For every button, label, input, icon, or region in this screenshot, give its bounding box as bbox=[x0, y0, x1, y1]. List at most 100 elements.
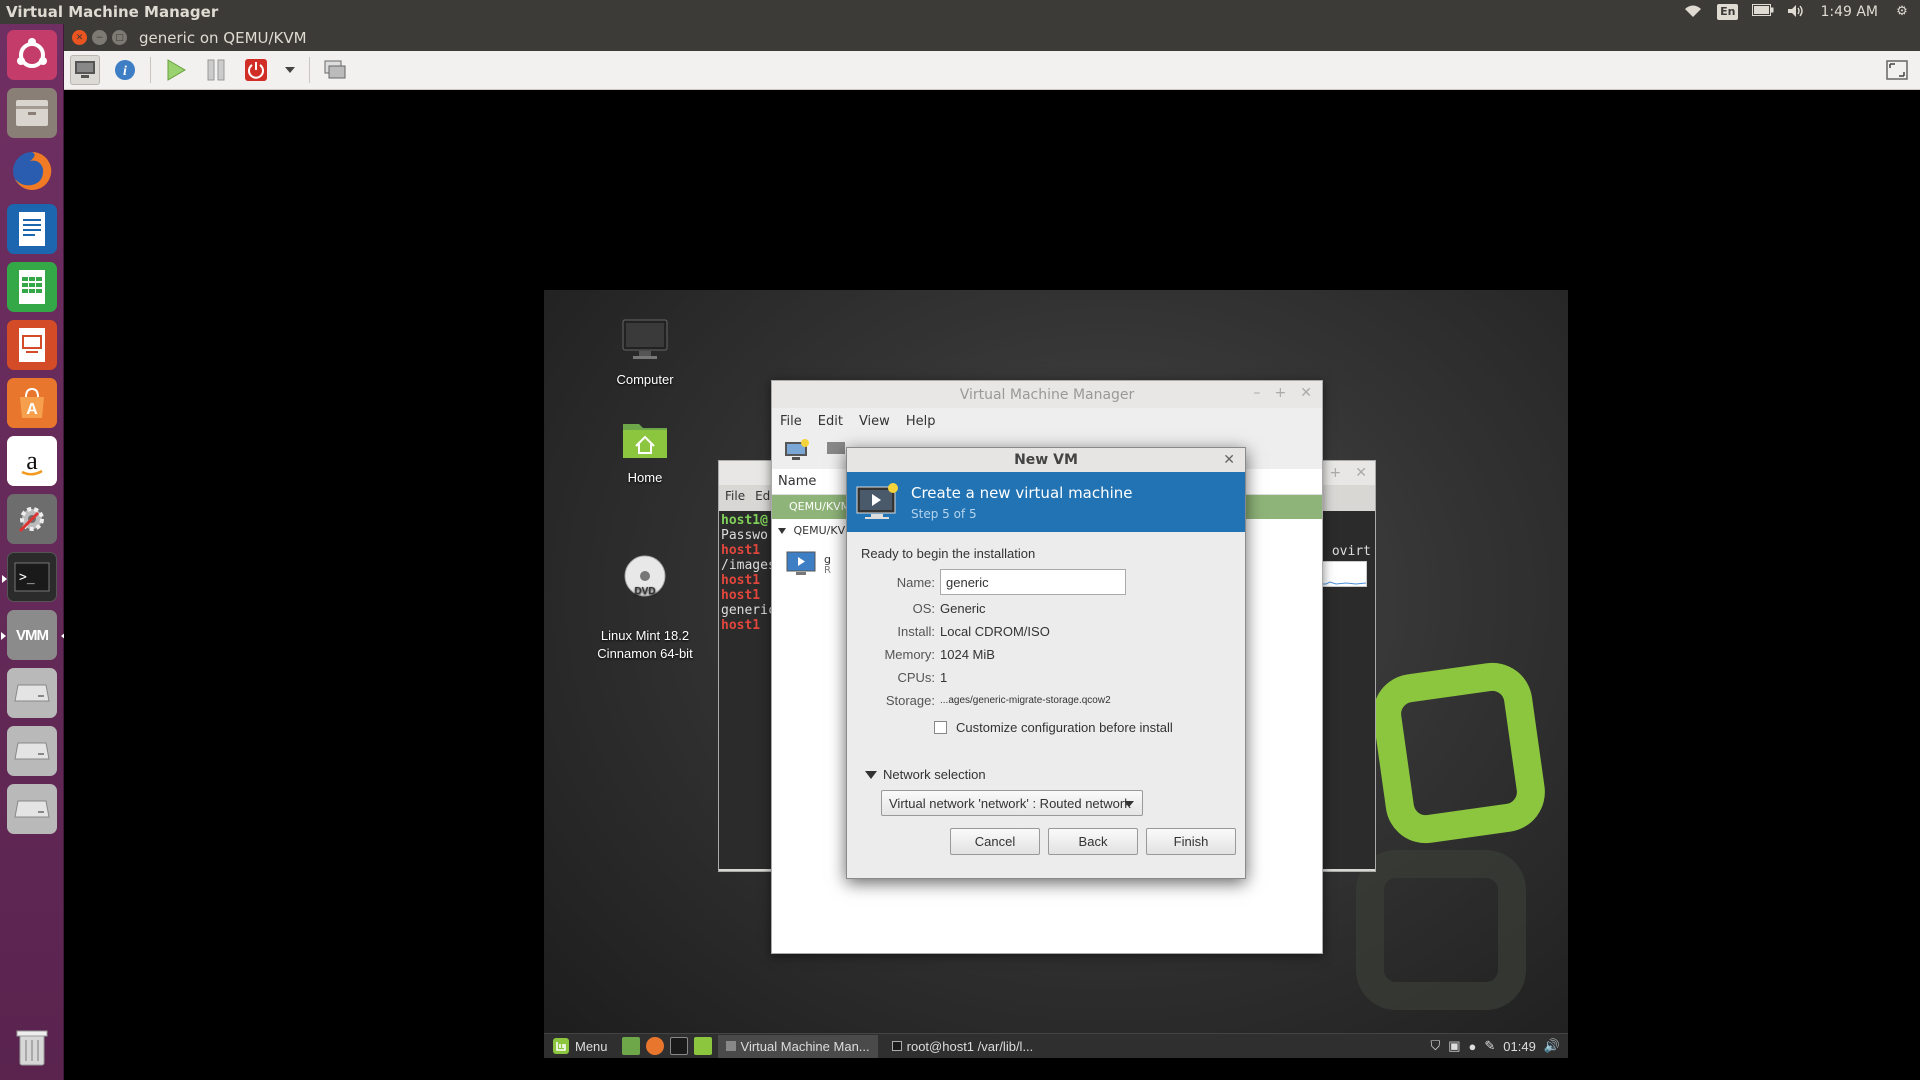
viewer-toolbar: i bbox=[64, 51, 1920, 90]
customize-label[interactable]: Customize configuration before install bbox=[956, 720, 1173, 735]
guest-clock[interactable]: 01:49 bbox=[1503, 1039, 1536, 1054]
virt-manager-icon[interactable]: VMM bbox=[1, 610, 66, 660]
desktop-icon-computer[interactable]: Computer bbox=[590, 318, 700, 389]
new-vm-icon[interactable] bbox=[784, 438, 810, 466]
terminal-icon[interactable] bbox=[669, 1037, 688, 1055]
drive-icon[interactable] bbox=[7, 726, 57, 776]
menu-file[interactable]: File bbox=[780, 414, 802, 429]
taskbar-item-vmm[interactable]: Virtual Machine Man... bbox=[717, 1034, 878, 1058]
drive-icon[interactable] bbox=[7, 668, 57, 718]
toolbar-separator bbox=[150, 57, 151, 83]
battery-icon[interactable] bbox=[1752, 4, 1774, 20]
clock[interactable]: 1:49 AM bbox=[1820, 4, 1878, 20]
maximize-icon[interactable]: □ bbox=[112, 30, 127, 45]
menu-view[interactable]: View bbox=[859, 414, 890, 429]
drive-icon[interactable] bbox=[7, 784, 57, 834]
keyboard-layout-indicator[interactable]: En bbox=[1717, 4, 1739, 20]
minimize-icon[interactable]: − bbox=[92, 30, 107, 45]
install-label: Install: bbox=[897, 624, 935, 639]
files-icon[interactable] bbox=[7, 88, 57, 138]
svg-text:>_: >_ bbox=[19, 570, 35, 585]
desktop-icon-home[interactable]: Home bbox=[590, 418, 700, 487]
ubuntu-logo-icon[interactable] bbox=[7, 30, 57, 80]
storage-value: ...ages/generic-migrate-storage.qcow2 bbox=[940, 695, 1111, 706]
libreoffice-writer-icon[interactable] bbox=[7, 204, 57, 254]
network-select[interactable]: Virtual network 'network' : Routed netwo… bbox=[881, 790, 1143, 816]
trash-icon[interactable] bbox=[7, 1022, 57, 1072]
show-desktop-icon[interactable] bbox=[621, 1037, 640, 1055]
system-settings-icon[interactable] bbox=[7, 494, 57, 544]
vmm-title: Virtual Machine Manager bbox=[959, 386, 1135, 403]
shield-icon[interactable]: ⛉ bbox=[1430, 1038, 1440, 1054]
cancel-button[interactable]: Cancel bbox=[950, 828, 1040, 855]
maximize-icon[interactable]: + bbox=[1275, 385, 1287, 401]
customize-row[interactable]: Customize configuration before install bbox=[861, 716, 1231, 739]
volume-icon[interactable]: 🔊 bbox=[1544, 1038, 1560, 1054]
mint-menu-button[interactable]: Menu bbox=[544, 1037, 616, 1055]
close-icon[interactable]: ✕ bbox=[1355, 465, 1367, 481]
desktop-icon-label: Home bbox=[627, 470, 663, 485]
firefox-icon[interactable] bbox=[7, 146, 57, 196]
finish-button[interactable]: Finish bbox=[1146, 828, 1236, 855]
maximize-icon[interactable]: + bbox=[1330, 465, 1342, 481]
terminal-icon[interactable]: >_ bbox=[2, 552, 57, 602]
os-row: OS: Generic bbox=[861, 597, 1231, 620]
shutdown-menu-chevron-down-icon[interactable] bbox=[281, 55, 299, 85]
network-selection-expander[interactable]: Network selection bbox=[861, 767, 1231, 782]
software-center-icon[interactable]: A bbox=[7, 378, 57, 428]
system-tray: ⛉ ▣ ● ✎ 01:49 🔊 bbox=[1430, 1038, 1568, 1054]
user-icon[interactable]: ● bbox=[1469, 1039, 1477, 1054]
active-app-title: Virtual Machine Manager bbox=[6, 3, 219, 21]
computer-icon bbox=[590, 318, 700, 367]
shutdown-button[interactable] bbox=[241, 55, 271, 85]
close-icon[interactable]: ✕ bbox=[1223, 448, 1235, 472]
vm-name-input[interactable] bbox=[940, 569, 1126, 595]
firefox-icon[interactable] bbox=[645, 1037, 664, 1055]
taskbar-item-terminal[interactable]: root@host1 /var/lib/l... bbox=[884, 1035, 1042, 1058]
libreoffice-calc-icon[interactable] bbox=[7, 262, 57, 312]
snapshots-button[interactable] bbox=[320, 55, 350, 85]
vmm-menubar: File Edit View Help bbox=[772, 408, 1322, 435]
customize-checkbox[interactable] bbox=[934, 721, 947, 734]
cpus-row: CPUs: 1 bbox=[861, 666, 1231, 689]
minimize-icon[interactable]: – bbox=[1254, 385, 1261, 401]
menu-edit[interactable]: Edit bbox=[818, 414, 843, 429]
run-button[interactable] bbox=[161, 55, 191, 85]
memory-value: 1024 MiB bbox=[940, 647, 995, 662]
menu-help[interactable]: Help bbox=[906, 414, 936, 429]
expander-chevron-down-icon[interactable] bbox=[778, 528, 786, 534]
memory-row: Memory: 1024 MiB bbox=[861, 643, 1231, 666]
close-icon[interactable]: ✕ bbox=[1300, 385, 1312, 401]
dialog-title: New VM bbox=[1014, 452, 1078, 468]
expander-chevron-down-icon[interactable] bbox=[865, 770, 877, 779]
pause-button[interactable] bbox=[201, 55, 231, 85]
svg-text:VMM: VMM bbox=[16, 627, 49, 644]
taskbar-label: root@host1 /var/lib/l... bbox=[906, 1038, 1034, 1054]
back-button[interactable]: Back bbox=[1048, 828, 1138, 855]
mint-logo-icon bbox=[553, 1038, 569, 1054]
name-row: Name: bbox=[861, 567, 1231, 597]
amazon-icon[interactable]: a bbox=[7, 436, 57, 486]
guest-display[interactable]: Computer Home DVD Linux Mint 18.2 Cinnam… bbox=[64, 90, 1920, 1080]
network-section-label[interactable]: Network selection bbox=[883, 767, 986, 782]
gear-icon[interactable]: ⚙ bbox=[1892, 4, 1912, 20]
desktop-icon-dvd[interactable]: DVD Linux Mint 18.2 Cinnamon 64-bit bbox=[590, 518, 700, 663]
network-icon[interactable]: ▣ bbox=[1448, 1038, 1460, 1054]
tools-icon[interactable]: ✎ bbox=[1484, 1038, 1495, 1054]
details-info-button[interactable]: i bbox=[110, 55, 140, 85]
menu-file[interactable]: File bbox=[725, 489, 745, 503]
open-console-icon[interactable] bbox=[826, 441, 846, 464]
wifi-icon[interactable] bbox=[1683, 4, 1703, 20]
new-vm-dialog[interactable]: New VM ✕ Create a new virtual machine St… bbox=[846, 447, 1246, 879]
dialog-buttons: Cancel Back Finish bbox=[847, 828, 1245, 855]
console-view-button[interactable] bbox=[70, 55, 100, 85]
guest-desktop[interactable]: Computer Home DVD Linux Mint 18.2 Cinnam… bbox=[544, 290, 1568, 1058]
toolbar-separator bbox=[309, 57, 310, 83]
files-icon[interactable] bbox=[693, 1037, 712, 1055]
dvd-icon: DVD bbox=[590, 536, 700, 605]
libreoffice-impress-icon[interactable] bbox=[7, 320, 57, 370]
fullscreen-button[interactable] bbox=[1882, 55, 1912, 85]
close-icon[interactable]: ✕ bbox=[72, 30, 87, 45]
menu-edit[interactable]: Ed bbox=[755, 489, 770, 503]
volume-icon[interactable] bbox=[1786, 4, 1806, 20]
